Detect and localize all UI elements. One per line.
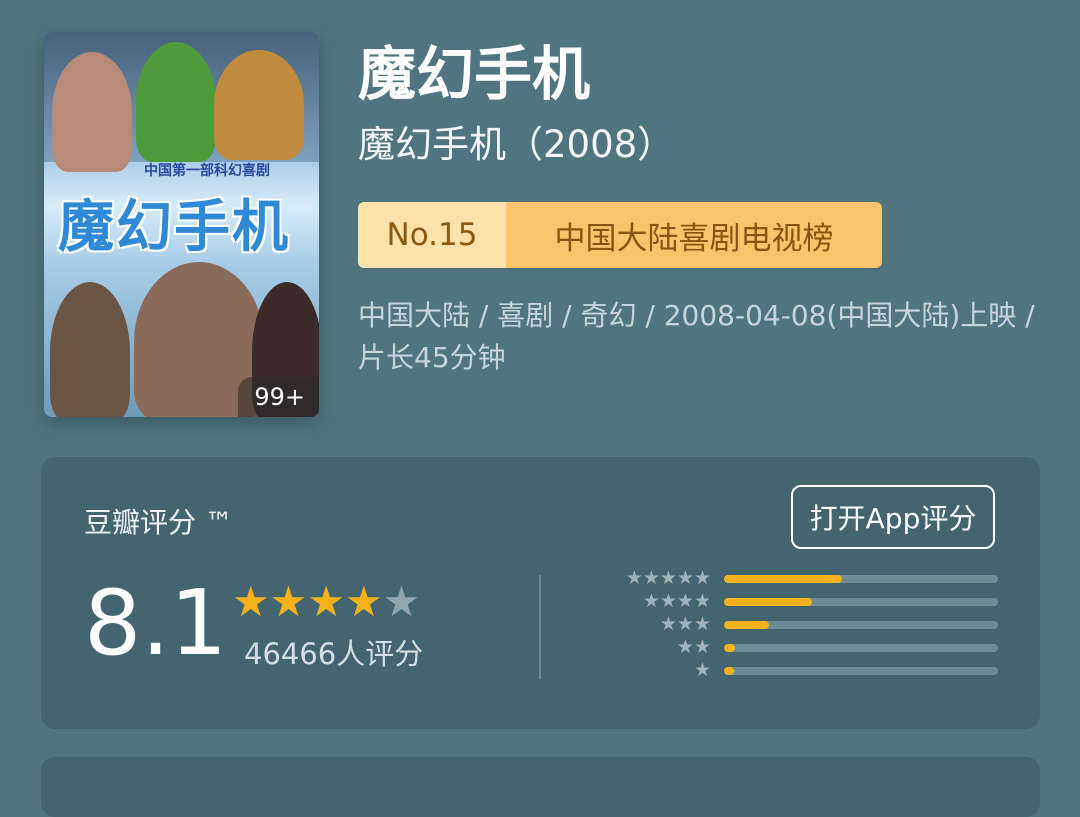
distribution-row: ★ [611, 659, 999, 682]
distribution-stars-icon: ★ [693, 659, 711, 681]
distribution-stars-icon: ★★ [676, 636, 711, 658]
distribution-row: ★★★★★ [611, 567, 999, 590]
distribution-bar-track [724, 574, 998, 583]
star-empty-icon: ★ [382, 577, 421, 626]
rating-label: 豆瓣评分 ™ [84, 506, 233, 539]
distribution-bar-track [724, 597, 998, 606]
poster-figure [136, 42, 216, 162]
star-filled-icon: ★ [269, 577, 308, 626]
rank-list-name: 中国大陆喜剧电视榜 [506, 202, 882, 268]
poster-figure [214, 50, 304, 160]
poster-figure [52, 52, 132, 172]
distribution-stars-icon: ★★★★★ [625, 567, 711, 589]
rating-stars: ★★★★★ [232, 577, 420, 626]
poster-tagline: 中国第一部科幻喜剧 [144, 163, 270, 179]
distribution-bar-fill [724, 620, 770, 629]
distribution-stars-icon: ★★★★ [642, 590, 711, 612]
star-filled-icon: ★ [344, 577, 383, 626]
poster-figure [50, 282, 130, 417]
star-filled-icon: ★ [232, 577, 270, 626]
rating-score: 8.1 [84, 571, 228, 676]
movie-subtitle: 魔幻手机（2008） [358, 123, 675, 166]
movie-poster[interactable]: 中国第一部科幻喜剧 魔幻手机 99+ [44, 32, 319, 417]
distribution-bar-fill [724, 643, 735, 652]
distribution-bar-track [724, 643, 998, 652]
movie-meta-info: 中国大陆 / 喜剧 / 奇幻 / 2008-04-08(中国大陆)上映 / 片长… [358, 299, 1035, 374]
rating-card: 豆瓣评分 ™ 打开App评分 8.1 ★★★★★ 46466人评分 ★★★★★ ★… [41, 457, 1040, 729]
poster-title: 魔幻手机 [58, 195, 290, 260]
rating-distribution: ★★★★★ ★★★★ ★★★ ★★ ★ [611, 567, 999, 682]
next-card [41, 757, 1040, 817]
photo-count-badge[interactable]: 99+ [238, 377, 319, 417]
rank-number: No.15 [358, 202, 506, 268]
distribution-row: ★★ [611, 636, 999, 659]
rater-count[interactable]: 46466人评分 [244, 631, 423, 673]
distribution-bar-fill [724, 666, 734, 675]
distribution-bar-fill [724, 597, 812, 606]
distribution-stars-icon: ★★★ [659, 613, 711, 635]
movie-title: 魔幻手机 [358, 40, 591, 108]
distribution-bar-fill [724, 574, 842, 583]
ranking-badge[interactable]: No.15 中国大陆喜剧电视榜 [358, 202, 882, 268]
star-filled-icon: ★ [307, 577, 345, 626]
open-app-rate-button[interactable]: 打开App评分 [791, 485, 995, 549]
distribution-row: ★★★★ [611, 590, 999, 613]
divider [539, 575, 541, 679]
distribution-row: ★★★ [611, 613, 999, 636]
distribution-bar-track [724, 620, 998, 629]
distribution-bar-track [724, 666, 998, 675]
